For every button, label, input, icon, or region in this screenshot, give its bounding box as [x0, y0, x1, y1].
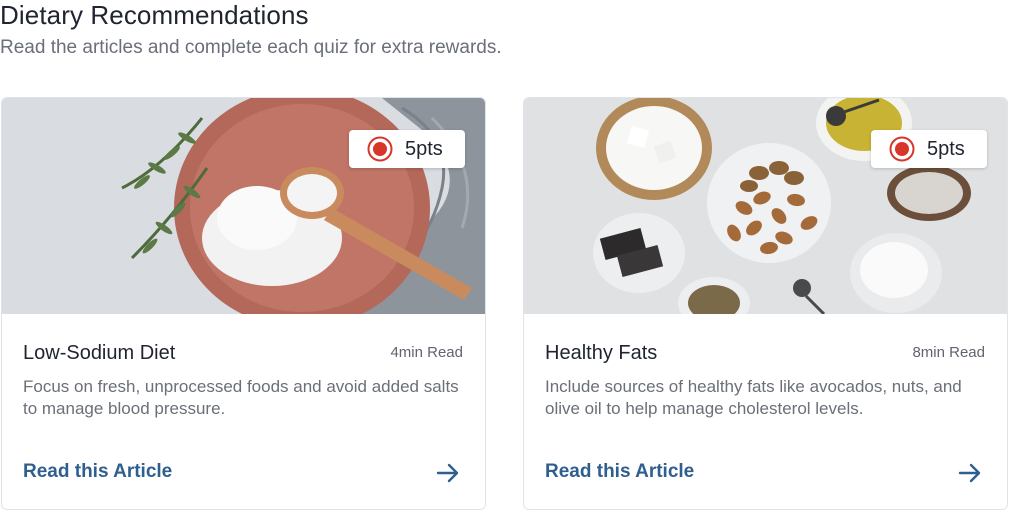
arrow-right-icon[interactable] — [957, 460, 983, 486]
card-description: Focus on fresh, unprocessed foods and av… — [23, 377, 459, 418]
card-title: Low-Sodium Diet — [23, 342, 176, 364]
page-subtitle: Read the articles and complete each quiz… — [0, 37, 502, 58]
read-article-link[interactable]: Read this Article — [23, 461, 172, 483]
dietary-recommendations-page: Dietary Recommendations Read the article… — [0, 0, 1010, 513]
article-card-low-sodium[interactable]: 5pts Low-Sodium Diet 4min Read Focus on … — [1, 97, 486, 510]
points-label: 5pts — [927, 137, 965, 160]
read-time: 4min Read — [390, 344, 463, 361]
record-dot-icon — [367, 136, 393, 162]
healthy-fats-foods-image: 5pts — [524, 98, 1007, 314]
read-article-link[interactable]: Read this Article — [545, 461, 694, 483]
card-body: Healthy Fats 8min Read Include sources o… — [545, 314, 985, 509]
points-label: 5pts — [405, 137, 443, 160]
page-title: Dietary Recommendations — [0, 0, 309, 30]
card-description: Include sources of healthy fats like avo… — [545, 377, 962, 418]
arrow-right-icon[interactable] — [435, 460, 461, 486]
record-dot-icon — [889, 136, 915, 162]
card-body: Low-Sodium Diet 4min Read Focus on fresh… — [23, 314, 463, 509]
salt-bowl-spoon-image: 5pts — [2, 98, 485, 314]
article-card-healthy-fats[interactable]: 5pts Healthy Fats 8min Read Include sour… — [523, 97, 1008, 510]
points-badge: 5pts — [871, 130, 987, 168]
points-badge: 5pts — [349, 130, 465, 168]
card-title: Healthy Fats — [545, 342, 658, 364]
read-time: 8min Read — [912, 344, 985, 361]
